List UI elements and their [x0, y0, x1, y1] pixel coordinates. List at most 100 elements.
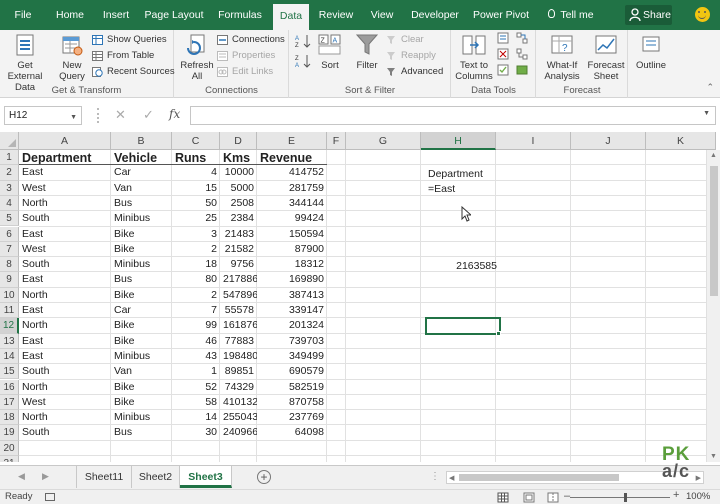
- tab-page-layout[interactable]: Page Layout: [142, 0, 206, 30]
- header-cell-b1[interactable]: Vehicle: [111, 150, 172, 165]
- cell-c18[interactable]: 14: [172, 410, 220, 425]
- cell-b14[interactable]: Minibus: [111, 349, 172, 364]
- cell-e19[interactable]: 64098: [257, 425, 327, 440]
- cell-b9[interactable]: Bus: [111, 272, 172, 287]
- cell-d7[interactable]: 21582: [220, 242, 257, 257]
- cell-d19[interactable]: 240966: [220, 425, 257, 440]
- tab-power-pivot[interactable]: Power Pivot: [470, 0, 532, 30]
- cell-e4[interactable]: 344144: [257, 196, 327, 211]
- cell-e16[interactable]: 582519: [257, 380, 327, 395]
- cell-b3[interactable]: Van: [111, 181, 172, 196]
- collapse-ribbon-icon[interactable]: ⌃: [706, 82, 714, 93]
- cell-c10[interactable]: 2: [172, 288, 220, 303]
- cell-c15[interactable]: 1: [172, 364, 220, 379]
- edit-links-button[interactable]: Edit Links: [217, 64, 273, 80]
- sort-descending-button[interactable]: ZA: [294, 54, 314, 70]
- cell-d15[interactable]: 89851: [220, 364, 257, 379]
- cell-a2[interactable]: East: [19, 165, 111, 180]
- sort-ascending-button[interactable]: AZ: [294, 34, 314, 50]
- cell-d12[interactable]: 161876: [220, 318, 257, 333]
- cell-b16[interactable]: Bike: [111, 380, 172, 395]
- cell-a3[interactable]: West: [19, 181, 111, 196]
- column-header-g[interactable]: G: [346, 132, 421, 150]
- get-external-data-button[interactable]: Get External Data: [2, 32, 48, 93]
- outline-button[interactable]: Outline: [631, 32, 671, 71]
- cell-c12[interactable]: 99: [172, 318, 220, 333]
- forecast-sheet-button[interactable]: Forecast Sheet: [587, 32, 625, 82]
- row-header-3[interactable]: 3: [0, 180, 19, 196]
- tab-data[interactable]: Data: [273, 4, 309, 30]
- data-validation-button[interactable]: [497, 64, 511, 80]
- column-header-i[interactable]: I: [496, 132, 571, 150]
- cell-a9[interactable]: East: [19, 272, 111, 287]
- cell-a15[interactable]: South: [19, 364, 111, 379]
- header-cell-c1[interactable]: Runs: [172, 150, 220, 165]
- tab-home[interactable]: Home: [50, 0, 90, 30]
- sort-button[interactable]: ZA Sort: [316, 32, 344, 71]
- cell-e12[interactable]: 201324: [257, 318, 327, 333]
- cell-e14[interactable]: 349499: [257, 349, 327, 364]
- row-header-7[interactable]: 7: [0, 241, 19, 258]
- cell-c3[interactable]: 15: [172, 181, 220, 196]
- cell-d16[interactable]: 74329: [220, 380, 257, 395]
- cell-a18[interactable]: North: [19, 410, 111, 425]
- add-sheet-button[interactable]: +: [257, 470, 271, 484]
- cell-e11[interactable]: 339147: [257, 303, 327, 318]
- cell-c5[interactable]: 25: [172, 211, 220, 226]
- zoom-out-icon[interactable]: –: [564, 490, 570, 502]
- cell-h1[interactable]: Department: [425, 167, 500, 182]
- zoom-in-icon[interactable]: +: [673, 489, 679, 501]
- cell-c6[interactable]: 3: [172, 227, 220, 242]
- sheet-tab-sheet2[interactable]: Sheet2: [132, 466, 180, 488]
- page-layout-view-icon[interactable]: [520, 491, 538, 504]
- zoom-level[interactable]: 100%: [686, 491, 710, 502]
- vertical-scroll-thumb[interactable]: [710, 166, 718, 296]
- clear-filter-button[interactable]: Clear: [386, 32, 424, 48]
- tab-formulas[interactable]: Formulas: [212, 0, 268, 30]
- from-table-button[interactable]: From Table: [92, 48, 154, 64]
- normal-view-icon[interactable]: [494, 491, 512, 504]
- cell-c2[interactable]: 4: [172, 165, 220, 180]
- tab-review[interactable]: Review: [314, 0, 358, 30]
- cell-d13[interactable]: 77883: [220, 334, 257, 349]
- cell-d10[interactable]: 547896: [220, 288, 257, 303]
- row-header-10[interactable]: 10: [0, 287, 19, 303]
- cell-b4[interactable]: Bus: [111, 196, 172, 211]
- cell-c14[interactable]: 43: [172, 349, 220, 364]
- row-header-19[interactable]: 19: [0, 425, 19, 441]
- recent-sources-button[interactable]: Recent Sources: [92, 64, 175, 80]
- row-header-9[interactable]: 9: [0, 272, 19, 288]
- cell-a14[interactable]: East: [19, 349, 111, 364]
- cell-a13[interactable]: East: [19, 334, 111, 349]
- cell-d18[interactable]: 255043: [220, 410, 257, 425]
- show-queries-button[interactable]: Show Queries: [92, 32, 167, 48]
- row-header-2[interactable]: 2: [0, 165, 19, 181]
- cell-b7[interactable]: Bike: [111, 242, 172, 257]
- cell-h8[interactable]: 2163585: [425, 259, 500, 274]
- cell-d8[interactable]: 9756: [220, 257, 257, 272]
- header-cell-a1[interactable]: Department: [19, 150, 111, 165]
- scroll-down-icon[interactable]: ▼: [710, 453, 717, 460]
- cell-b18[interactable]: Minibus: [111, 410, 172, 425]
- cell-b6[interactable]: Bike: [111, 227, 172, 242]
- row-header-11[interactable]: 11: [0, 303, 19, 319]
- tab-insert[interactable]: Insert: [96, 0, 136, 30]
- text-to-columns-button[interactable]: Text to Columns: [454, 32, 494, 82]
- row-header-4[interactable]: 4: [0, 195, 19, 212]
- cell-b8[interactable]: Minibus: [111, 257, 172, 272]
- horizontal-scroll-thumb[interactable]: [459, 474, 619, 481]
- cell-c11[interactable]: 7: [172, 303, 220, 318]
- cell-d17[interactable]: 410132: [220, 395, 257, 410]
- scroll-left-icon[interactable]: ◀: [449, 474, 454, 482]
- cell-c8[interactable]: 18: [172, 257, 220, 272]
- row-header-5[interactable]: 5: [0, 211, 19, 227]
- cell-a10[interactable]: North: [19, 288, 111, 303]
- name-box[interactable]: H12 ▼: [4, 106, 82, 125]
- cell-d11[interactable]: 55578: [220, 303, 257, 318]
- cell-e6[interactable]: 150594: [257, 227, 327, 242]
- header-cell-d1[interactable]: Kms: [220, 150, 257, 165]
- cell-e8[interactable]: 18312: [257, 257, 327, 272]
- macro-record-icon[interactable]: [45, 493, 55, 501]
- cell-e2[interactable]: 414752: [257, 165, 327, 180]
- remove-duplicates-button[interactable]: [497, 48, 511, 64]
